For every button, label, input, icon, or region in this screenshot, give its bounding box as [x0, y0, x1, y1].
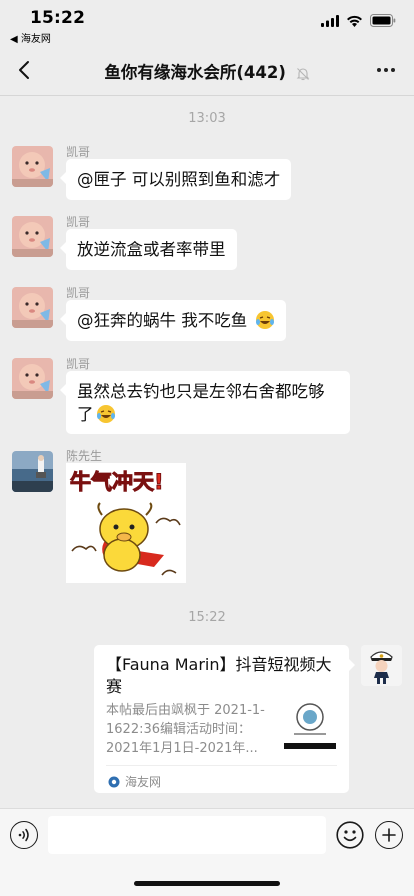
link-card-source-name: 海友网: [125, 775, 162, 789]
more-actions-button[interactable]: [375, 821, 403, 849]
chat-title: 鱼你有缘海水会所(442): [0, 59, 414, 83]
mute-bell-icon: [296, 67, 309, 80]
message-text: @狂奔的蜗牛 我不吃鱼: [77, 311, 248, 330]
sender-name: 凯哥: [66, 357, 91, 371]
self-avatar[interactable]: [361, 645, 402, 686]
baby-avatar-image: [12, 146, 53, 187]
laughing-tears-emoji-icon: [255, 311, 274, 329]
wifi-icon: [347, 15, 362, 27]
message-bubble[interactable]: @匣子 可以别照到鱼和滤才: [59, 159, 292, 200]
sender-name: 陈先生: [66, 449, 103, 463]
home-indicator[interactable]: [134, 881, 280, 886]
plus-icon: [382, 828, 396, 842]
back-to-app-link[interactable]: ◀ 海友网: [10, 30, 51, 45]
baby-avatar-image: [12, 287, 53, 328]
more-button[interactable]: [372, 58, 400, 82]
link-card-source: 海友网: [108, 773, 161, 790]
laughing-tears-emoji-icon: [96, 405, 115, 423]
message-bubble[interactable]: 放逆流盒或者率带里: [60, 229, 237, 270]
timestamp: 15:22: [188, 610, 226, 625]
sender-name: 凯哥: [66, 215, 91, 229]
message-text: @匣子 可以别照到鱼和滤才: [77, 170, 281, 189]
officer-avatar-image: [361, 645, 402, 686]
voice-icon: [18, 828, 29, 842]
baby-avatar-image: [12, 216, 53, 257]
link-card[interactable]: 【Fauna Marin】抖音短视频大赛 本帖最后由飒枫于 2021-1-162…: [94, 645, 355, 793]
timestamp: 13:03: [188, 111, 226, 126]
thumbnail-image: [284, 697, 336, 749]
header-divider: [0, 95, 414, 96]
avatar[interactable]: [12, 216, 53, 257]
source-logo-icon: [108, 776, 120, 787]
link-card-divider: [106, 765, 337, 766]
status-time: 15:22: [30, 8, 86, 28]
baby-avatar-image: [12, 358, 53, 399]
status-bar: 15:22 ◀ 海友网: [0, 0, 414, 45]
battery-icon: [370, 14, 396, 27]
message-bubble[interactable]: @狂奔的蜗牛 我不吃鱼: [60, 300, 286, 341]
message-input[interactable]: [48, 816, 326, 854]
sticker-caption: 牛气冲天!: [70, 470, 164, 494]
status-icons: [321, 14, 396, 27]
voice-button[interactable]: [10, 821, 38, 849]
message-text-line: 虽然总去钓也只是左邻右舍都吃够: [77, 382, 325, 401]
emoji-button[interactable]: [336, 821, 364, 849]
link-card-thumbnail: [284, 697, 336, 749]
signal-icon: [321, 14, 339, 27]
chat-header: 鱼你有缘海水会所(442): [0, 44, 414, 96]
sender-name: 凯哥: [66, 145, 91, 159]
sender-name: 凯哥: [66, 286, 91, 300]
avatar[interactable]: [12, 451, 53, 492]
more-dots-icon: [377, 68, 381, 72]
avatar[interactable]: [12, 146, 53, 187]
message-text: 放逆流盒或者率带里: [77, 240, 226, 259]
sea-rock-avatar-image: [12, 451, 53, 492]
message-bubble[interactable]: 虽然总去钓也只是左邻右舍都吃够 了: [60, 371, 350, 434]
link-card-description: 本帖最后由飒枫于 2021-1-1622:36编辑活动时间：2021年1月1日-…: [106, 703, 265, 756]
avatar[interactable]: [12, 287, 53, 328]
chat-title-text: 鱼你有缘海水会所(442): [104, 63, 286, 82]
avatar[interactable]: [12, 358, 53, 399]
cow-sticker[interactable]: 牛气冲天!: [66, 463, 186, 583]
link-card-title: 【Fauna Marin】抖音短视频大赛: [106, 655, 332, 696]
message-text-line: 了: [77, 403, 339, 426]
emoji-face-icon: [336, 821, 364, 849]
cow-sticker-image: 牛气冲天!: [66, 463, 186, 583]
